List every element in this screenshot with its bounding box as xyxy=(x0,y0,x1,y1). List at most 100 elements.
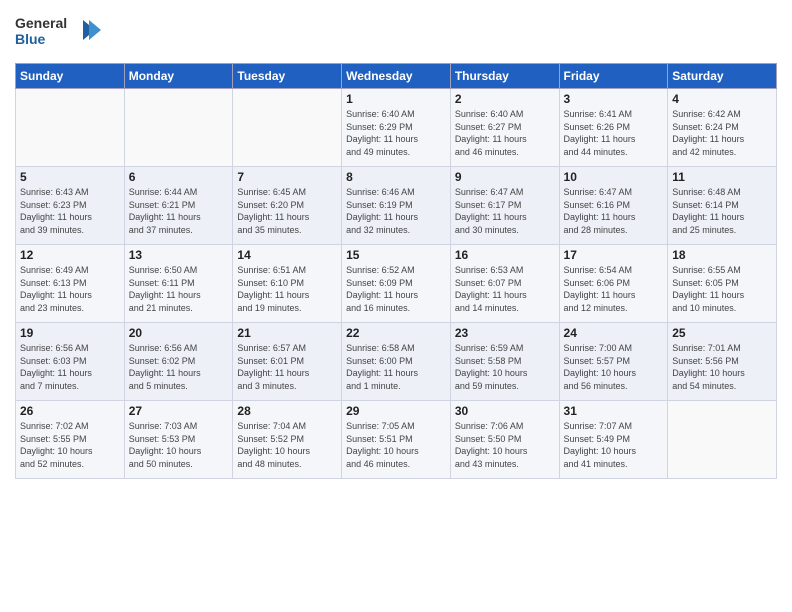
day-info: Sunrise: 6:54 AMSunset: 6:06 PMDaylight:… xyxy=(564,264,664,314)
weekday-header-thursday: Thursday xyxy=(450,64,559,89)
calendar-cell: 8 Sunrise: 6:46 AMSunset: 6:19 PMDaylight… xyxy=(342,167,451,245)
svg-text:Blue: Blue xyxy=(15,31,46,47)
day-info: Sunrise: 6:40 AMSunset: 6:27 PMDaylight:… xyxy=(455,108,555,158)
calendar-cell: 22 Sunrise: 6:58 AMSunset: 6:00 PMDayligh… xyxy=(342,323,451,401)
calendar-week-3: 12 Sunrise: 6:49 AMSunset: 6:13 PMDayligh… xyxy=(16,245,777,323)
day-number: 10 xyxy=(564,170,664,184)
calendar-cell: 23Sunrise: 6:59 AMSunset: 5:58 PMDayligh… xyxy=(450,323,559,401)
day-info: Sunrise: 6:44 AMSunset: 6:21 PMDaylight:… xyxy=(129,186,229,236)
day-info: Sunrise: 6:55 AMSunset: 6:05 PMDaylight:… xyxy=(672,264,772,314)
day-info: Sunrise: 6:59 AMSunset: 5:58 PMDaylight:… xyxy=(455,342,555,392)
day-info: Sunrise: 6:43 AMSunset: 6:23 PMDaylight:… xyxy=(20,186,120,236)
calendar-cell: 13 Sunrise: 6:50 AMSunset: 6:11 PMDayligh… xyxy=(124,245,233,323)
calendar-cell: 9Sunrise: 6:47 AMSunset: 6:17 PMDaylight… xyxy=(450,167,559,245)
calendar-week-2: 5 Sunrise: 6:43 AMSunset: 6:23 PMDaylight… xyxy=(16,167,777,245)
calendar-cell: 28Sunrise: 7:04 AMSunset: 5:52 PMDayligh… xyxy=(233,401,342,479)
calendar-cell: 12 Sunrise: 6:49 AMSunset: 6:13 PMDayligh… xyxy=(16,245,125,323)
calendar-cell: 30 Sunrise: 7:06 AMSunset: 5:50 PMDayligh… xyxy=(450,401,559,479)
calendar-cell: 20 Sunrise: 6:56 AMSunset: 6:02 PMDayligh… xyxy=(124,323,233,401)
day-info: Sunrise: 6:49 AMSunset: 6:13 PMDaylight:… xyxy=(20,264,120,314)
day-number: 20 xyxy=(129,326,229,340)
day-number: 3 xyxy=(564,92,664,106)
day-info: Sunrise: 6:41 AMSunset: 6:26 PMDaylight:… xyxy=(564,108,664,158)
weekday-header-saturday: Saturday xyxy=(668,64,777,89)
calendar-cell: 15 Sunrise: 6:52 AMSunset: 6:09 PMDayligh… xyxy=(342,245,451,323)
day-info: Sunrise: 6:56 AMSunset: 6:02 PMDaylight:… xyxy=(129,342,229,392)
day-info: Sunrise: 6:56 AMSunset: 6:03 PMDaylight:… xyxy=(20,342,120,392)
calendar-cell: 11 Sunrise: 6:48 AMSunset: 6:14 PMDayligh… xyxy=(668,167,777,245)
day-number: 25 xyxy=(672,326,772,340)
day-number: 21 xyxy=(237,326,337,340)
weekday-header-monday: Monday xyxy=(124,64,233,89)
day-number: 16 xyxy=(455,248,555,262)
calendar-cell xyxy=(233,89,342,167)
day-number: 13 xyxy=(129,248,229,262)
calendar-cell xyxy=(124,89,233,167)
day-info: Sunrise: 7:01 AMSunset: 5:56 PMDaylight:… xyxy=(672,342,772,392)
calendar-cell: 26Sunrise: 7:02 AMSunset: 5:55 PMDayligh… xyxy=(16,401,125,479)
calendar-cell: 7Sunrise: 6:45 AMSunset: 6:20 PMDaylight… xyxy=(233,167,342,245)
day-number: 18 xyxy=(672,248,772,262)
day-number: 24 xyxy=(564,326,664,340)
calendar-cell: 6 Sunrise: 6:44 AMSunset: 6:21 PMDaylight… xyxy=(124,167,233,245)
day-number: 4 xyxy=(672,92,772,106)
day-number: 30 xyxy=(455,404,555,418)
calendar-cell: 3 Sunrise: 6:41 AMSunset: 6:26 PMDaylight… xyxy=(559,89,668,167)
day-info: Sunrise: 6:46 AMSunset: 6:19 PMDaylight:… xyxy=(346,186,446,236)
day-number: 27 xyxy=(129,404,229,418)
day-info: Sunrise: 7:00 AMSunset: 5:57 PMDaylight:… xyxy=(564,342,664,392)
day-number: 19 xyxy=(20,326,120,340)
day-number: 17 xyxy=(564,248,664,262)
calendar-week-5: 26Sunrise: 7:02 AMSunset: 5:55 PMDayligh… xyxy=(16,401,777,479)
calendar-cell: 29Sunrise: 7:05 AMSunset: 5:51 PMDayligh… xyxy=(342,401,451,479)
day-number: 11 xyxy=(672,170,772,184)
day-info: Sunrise: 6:47 AMSunset: 6:16 PMDaylight:… xyxy=(564,186,664,236)
weekday-header-wednesday: Wednesday xyxy=(342,64,451,89)
day-info: Sunrise: 7:06 AMSunset: 5:50 PMDaylight:… xyxy=(455,420,555,470)
weekday-header-tuesday: Tuesday xyxy=(233,64,342,89)
calendar-cell: 25 Sunrise: 7:01 AMSunset: 5:56 PMDayligh… xyxy=(668,323,777,401)
calendar-table: SundayMondayTuesdayWednesdayThursdayFrid… xyxy=(15,63,777,479)
day-number: 8 xyxy=(346,170,446,184)
day-number: 26 xyxy=(20,404,120,418)
day-info: Sunrise: 6:52 AMSunset: 6:09 PMDaylight:… xyxy=(346,264,446,314)
logo: General Blue xyxy=(15,10,105,55)
calendar-cell: 24 Sunrise: 7:00 AMSunset: 5:57 PMDayligh… xyxy=(559,323,668,401)
day-info: Sunrise: 6:53 AMSunset: 6:07 PMDaylight:… xyxy=(455,264,555,314)
calendar-cell: 14 Sunrise: 6:51 AMSunset: 6:10 PMDayligh… xyxy=(233,245,342,323)
day-info: Sunrise: 6:50 AMSunset: 6:11 PMDaylight:… xyxy=(129,264,229,314)
calendar-week-1: 1 Sunrise: 6:40 AMSunset: 6:29 PMDaylight… xyxy=(16,89,777,167)
weekday-header-friday: Friday xyxy=(559,64,668,89)
day-number: 29 xyxy=(346,404,446,418)
day-number: 9 xyxy=(455,170,555,184)
day-info: Sunrise: 6:51 AMSunset: 6:10 PMDaylight:… xyxy=(237,264,337,314)
day-number: 28 xyxy=(237,404,337,418)
day-info: Sunrise: 6:57 AMSunset: 6:01 PMDaylight:… xyxy=(237,342,337,392)
day-info: Sunrise: 7:07 AMSunset: 5:49 PMDaylight:… xyxy=(564,420,664,470)
weekday-header-row: SundayMondayTuesdayWednesdayThursdayFrid… xyxy=(16,64,777,89)
day-number: 22 xyxy=(346,326,446,340)
day-number: 12 xyxy=(20,248,120,262)
calendar-cell: 5 Sunrise: 6:43 AMSunset: 6:23 PMDaylight… xyxy=(16,167,125,245)
day-info: Sunrise: 6:40 AMSunset: 6:29 PMDaylight:… xyxy=(346,108,446,158)
day-number: 1 xyxy=(346,92,446,106)
day-number: 14 xyxy=(237,248,337,262)
day-number: 15 xyxy=(346,248,446,262)
calendar-cell: 18 Sunrise: 6:55 AMSunset: 6:05 PMDayligh… xyxy=(668,245,777,323)
calendar-cell: 4 Sunrise: 6:42 AMSunset: 6:24 PMDaylight… xyxy=(668,89,777,167)
calendar-cell: 16 Sunrise: 6:53 AMSunset: 6:07 PMDayligh… xyxy=(450,245,559,323)
calendar-cell: 21 Sunrise: 6:57 AMSunset: 6:01 PMDayligh… xyxy=(233,323,342,401)
calendar-cell xyxy=(16,89,125,167)
day-info: Sunrise: 6:42 AMSunset: 6:24 PMDaylight:… xyxy=(672,108,772,158)
calendar-cell: 19 Sunrise: 6:56 AMSunset: 6:03 PMDayligh… xyxy=(16,323,125,401)
day-number: 5 xyxy=(20,170,120,184)
day-info: Sunrise: 6:48 AMSunset: 6:14 PMDaylight:… xyxy=(672,186,772,236)
calendar-cell: 1 Sunrise: 6:40 AMSunset: 6:29 PMDaylight… xyxy=(342,89,451,167)
day-info: Sunrise: 6:58 AMSunset: 6:00 PMDaylight:… xyxy=(346,342,446,392)
calendar-cell xyxy=(668,401,777,479)
day-number: 6 xyxy=(129,170,229,184)
calendar-cell: 31Sunrise: 7:07 AMSunset: 5:49 PMDayligh… xyxy=(559,401,668,479)
calendar-cell: 10 Sunrise: 6:47 AMSunset: 6:16 PMDayligh… xyxy=(559,167,668,245)
calendar-week-4: 19 Sunrise: 6:56 AMSunset: 6:03 PMDayligh… xyxy=(16,323,777,401)
calendar-cell: 2Sunrise: 6:40 AMSunset: 6:27 PMDaylight… xyxy=(450,89,559,167)
